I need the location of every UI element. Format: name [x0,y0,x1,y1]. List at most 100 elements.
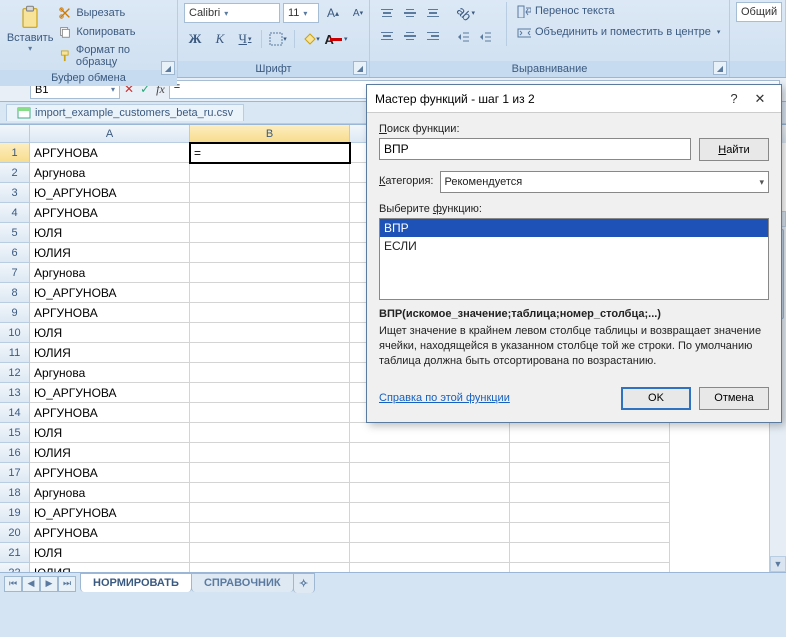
align-top-button[interactable] [376,2,398,24]
new-sheet-button[interactable]: ✧ [293,573,315,593]
sheet-nav-next[interactable]: ▶ [40,576,58,592]
cell[interactable]: АРГУНОВА [30,303,190,323]
cell[interactable] [190,443,350,463]
workbook-tab[interactable]: import_example_customers_beta_ru.csv [6,104,244,121]
row-header[interactable]: 8 [0,283,30,303]
italic-button[interactable]: К [209,28,231,50]
sheet-nav-prev[interactable]: ◀ [22,576,40,592]
row-header[interactable]: 17 [0,463,30,483]
align-right-button[interactable] [422,25,444,47]
cell[interactable] [350,543,510,563]
row-header[interactable]: 13 [0,383,30,403]
align-dialog-launcher[interactable]: ◢ [713,61,727,75]
decrease-indent-button[interactable] [452,26,474,48]
row-header[interactable]: 20 [0,523,30,543]
cell[interactable] [350,423,510,443]
cell[interactable] [190,263,350,283]
cell[interactable] [190,183,350,203]
column-header-a[interactable]: A [30,125,190,143]
paste-button[interactable]: Вставить ▾ [6,2,54,53]
cell[interactable] [510,523,670,543]
merge-center-button[interactable]: Объединить и поместить в центре▾ [517,23,720,41]
cell[interactable] [350,443,510,463]
font-size-combo[interactable]: 11▾ [283,3,319,23]
cell[interactable]: = [190,143,350,163]
cell[interactable] [190,243,350,263]
row-header[interactable]: 10 [0,323,30,343]
row-header[interactable]: 16 [0,443,30,463]
cell[interactable] [190,423,350,443]
font-dialog-launcher[interactable]: ◢ [353,61,367,75]
font-color-button[interactable]: A▾ [325,28,347,50]
row-header[interactable]: 15 [0,423,30,443]
cell[interactable] [350,523,510,543]
cell[interactable]: Аргунова [30,163,190,183]
cell[interactable] [350,503,510,523]
font-name-combo[interactable]: Calibri▾ [184,3,280,23]
align-left-button[interactable] [376,25,398,47]
row-header[interactable]: 11 [0,343,30,363]
cell[interactable] [190,483,350,503]
cut-button[interactable]: Вырезать [58,4,171,22]
cell[interactable]: Ю_АРГУНОВА [30,503,190,523]
row-header[interactable]: 12 [0,363,30,383]
cell[interactable] [190,283,350,303]
cell[interactable] [190,363,350,383]
dialog-help-button[interactable]: ? [721,91,747,106]
row-header[interactable]: 1 [0,143,30,163]
cell[interactable] [190,543,350,563]
find-button[interactable]: Найти [699,138,769,161]
row-header[interactable]: 2 [0,163,30,183]
cell[interactable]: ЮЛИЯ [30,243,190,263]
cell[interactable]: Ю_АРГУНОВА [30,183,190,203]
cell[interactable]: Ю_АРГУНОВА [30,383,190,403]
function-list-item[interactable]: ЕСЛИ [380,237,768,255]
cell[interactable] [510,483,670,503]
column-header-b[interactable]: B [190,125,350,143]
row-header[interactable]: 3 [0,183,30,203]
cell[interactable]: Ю_АРГУНОВА [30,283,190,303]
orientation-button[interactable]: ab▾ [452,2,480,24]
cell[interactable] [190,383,350,403]
function-list[interactable]: ВПР ЕСЛИ [379,218,769,300]
cell[interactable]: АРГУНОВА [30,523,190,543]
cell[interactable] [190,403,350,423]
sheet-nav-first[interactable]: ⏮ [4,576,22,592]
grow-font-button[interactable]: A▴ [322,2,344,24]
format-painter-button[interactable]: Формат по образцу [58,42,171,70]
cell[interactable] [190,163,350,183]
fill-color-button[interactable]: ▾ [300,28,322,50]
row-header[interactable]: 9 [0,303,30,323]
cell[interactable] [510,423,670,443]
row-header[interactable]: 7 [0,263,30,283]
cell[interactable]: ЮЛИЯ [30,443,190,463]
align-center-button[interactable] [399,25,421,47]
cell[interactable] [190,223,350,243]
cell[interactable] [190,343,350,363]
dialog-close-button[interactable]: ✕ [747,91,773,107]
cell[interactable]: ЮЛЯ [30,323,190,343]
borders-button[interactable]: ▾ [267,28,289,50]
dialog-titlebar[interactable]: Мастер функций - шаг 1 из 2 ? ✕ [367,85,781,113]
sheet-tab-active[interactable]: НОРМИРОВАТЬ [80,573,192,592]
cell[interactable]: АРГУНОВА [30,203,190,223]
cell[interactable]: ЮЛЯ [30,543,190,563]
row-header[interactable]: 5 [0,223,30,243]
number-format-combo[interactable]: Общий [736,2,782,22]
row-header[interactable]: 21 [0,543,30,563]
category-combo[interactable]: Рекомендуется▾ [440,171,770,193]
cell[interactable]: АРГУНОВА [30,463,190,483]
cell[interactable] [190,523,350,543]
help-link[interactable]: Справка по этой функции [379,392,510,404]
increase-indent-button[interactable] [474,26,496,48]
row-header[interactable]: 18 [0,483,30,503]
row-header[interactable]: 4 [0,203,30,223]
cell[interactable]: АРГУНОВА [30,403,190,423]
clipboard-dialog-launcher[interactable]: ◢ [161,61,175,75]
cell[interactable] [190,203,350,223]
cell[interactable]: Аргунова [30,483,190,503]
search-input[interactable] [379,138,691,160]
bold-button[interactable]: Ж [184,28,206,50]
cell[interactable]: Аргунова [30,263,190,283]
cell[interactable] [190,303,350,323]
